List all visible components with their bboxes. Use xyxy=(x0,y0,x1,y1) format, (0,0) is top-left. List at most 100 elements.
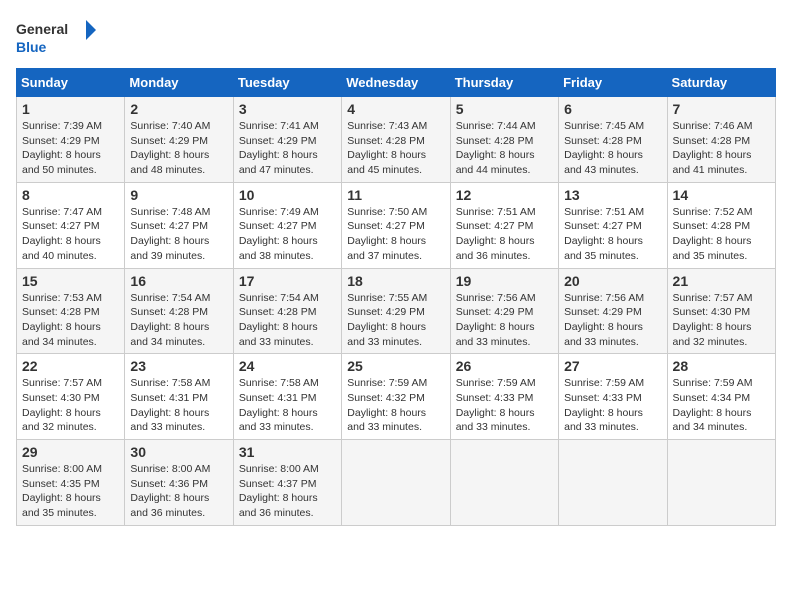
header: General Blue xyxy=(16,16,776,60)
day-number: 31 xyxy=(239,444,336,460)
day-info: Sunrise: 7:56 AMSunset: 4:29 PMDaylight:… xyxy=(564,291,661,350)
day-info: Sunrise: 7:59 AMSunset: 4:34 PMDaylight:… xyxy=(673,376,770,435)
day-info: Sunrise: 7:57 AMSunset: 4:30 PMDaylight:… xyxy=(673,291,770,350)
week-row-5: 29 Sunrise: 8:00 AMSunset: 4:35 PMDayligh… xyxy=(17,440,776,526)
day-info: Sunrise: 7:59 AMSunset: 4:33 PMDaylight:… xyxy=(456,376,553,435)
week-row-2: 8Sunrise: 7:47 AMSunset: 4:27 PMDaylight… xyxy=(17,182,776,268)
day-info: Sunrise: 7:44 AMSunset: 4:28 PMDaylight:… xyxy=(456,119,553,178)
weekday-header-monday: Monday xyxy=(125,69,233,97)
week-row-1: 1 Sunrise: 7:39 AMSunset: 4:29 PMDaylight… xyxy=(17,97,776,183)
calendar-body: 1 Sunrise: 7:39 AMSunset: 4:29 PMDaylight… xyxy=(17,97,776,526)
day-cell: 1 Sunrise: 7:39 AMSunset: 4:29 PMDaylight… xyxy=(17,97,125,183)
day-cell: 20 Sunrise: 7:56 AMSunset: 4:29 PMDayligh… xyxy=(559,268,667,354)
day-info: Sunrise: 7:50 AMSunset: 4:27 PMDaylight:… xyxy=(347,205,444,264)
day-cell: 5 Sunrise: 7:44 AMSunset: 4:28 PMDaylight… xyxy=(450,97,558,183)
day-cell: 18 Sunrise: 7:55 AMSunset: 4:29 PMDayligh… xyxy=(342,268,450,354)
day-number: 4 xyxy=(347,101,444,117)
day-cell: 14Sunrise: 7:52 AMSunset: 4:28 PMDayligh… xyxy=(667,182,775,268)
day-number: 6 xyxy=(564,101,661,117)
day-number: 26 xyxy=(456,358,553,374)
day-number: 23 xyxy=(130,358,227,374)
day-cell: 22 Sunrise: 7:57 AMSunset: 4:30 PMDayligh… xyxy=(17,354,125,440)
day-number: 21 xyxy=(673,273,770,289)
day-cell: 16 Sunrise: 7:54 AMSunset: 4:28 PMDayligh… xyxy=(125,268,233,354)
day-info: Sunrise: 7:40 AMSunset: 4:29 PMDaylight:… xyxy=(130,119,227,178)
day-info: Sunrise: 7:59 AMSunset: 4:33 PMDaylight:… xyxy=(564,376,661,435)
weekday-header-friday: Friday xyxy=(559,69,667,97)
day-number: 9 xyxy=(130,187,227,203)
weekday-header-tuesday: Tuesday xyxy=(233,69,341,97)
day-cell: 9 Sunrise: 7:48 AMSunset: 4:27 PMDaylight… xyxy=(125,182,233,268)
day-cell: 19 Sunrise: 7:56 AMSunset: 4:29 PMDayligh… xyxy=(450,268,558,354)
day-cell: 13Sunrise: 7:51 AMSunset: 4:27 PMDayligh… xyxy=(559,182,667,268)
day-info: Sunrise: 7:58 AMSunset: 4:31 PMDaylight:… xyxy=(130,376,227,435)
day-info: Sunrise: 7:46 AMSunset: 4:28 PMDaylight:… xyxy=(673,119,770,178)
weekday-header-row: SundayMondayTuesdayWednesdayThursdayFrid… xyxy=(17,69,776,97)
day-info: Sunrise: 7:54 AMSunset: 4:28 PMDaylight:… xyxy=(239,291,336,350)
day-cell: 27Sunrise: 7:59 AMSunset: 4:33 PMDayligh… xyxy=(559,354,667,440)
logo: General Blue xyxy=(16,16,96,60)
weekday-header-thursday: Thursday xyxy=(450,69,558,97)
day-info: Sunrise: 7:59 AMSunset: 4:32 PMDaylight:… xyxy=(347,376,444,435)
day-number: 25 xyxy=(347,358,444,374)
day-cell: 12Sunrise: 7:51 AMSunset: 4:27 PMDayligh… xyxy=(450,182,558,268)
day-info: Sunrise: 7:58 AMSunset: 4:31 PMDaylight:… xyxy=(239,376,336,435)
day-info: Sunrise: 7:49 AMSunset: 4:27 PMDaylight:… xyxy=(239,205,336,264)
day-cell xyxy=(667,440,775,526)
day-info: Sunrise: 8:00 AMSunset: 4:35 PMDaylight:… xyxy=(22,462,119,521)
day-number: 15 xyxy=(22,273,119,289)
day-number: 10 xyxy=(239,187,336,203)
day-info: Sunrise: 7:43 AMSunset: 4:28 PMDaylight:… xyxy=(347,119,444,178)
day-cell: 26 Sunrise: 7:59 AMSunset: 4:33 PMDayligh… xyxy=(450,354,558,440)
day-cell: 30 Sunrise: 8:00 AMSunset: 4:36 PMDayligh… xyxy=(125,440,233,526)
day-number: 30 xyxy=(130,444,227,460)
day-info: Sunrise: 7:48 AMSunset: 4:27 PMDaylight:… xyxy=(130,205,227,264)
svg-text:General: General xyxy=(16,21,68,37)
day-cell: 7 Sunrise: 7:46 AMSunset: 4:28 PMDaylight… xyxy=(667,97,775,183)
day-info: Sunrise: 7:56 AMSunset: 4:29 PMDaylight:… xyxy=(456,291,553,350)
day-number: 1 xyxy=(22,101,119,117)
day-cell: 23 Sunrise: 7:58 AMSunset: 4:31 PMDayligh… xyxy=(125,354,233,440)
day-cell: 15 Sunrise: 7:53 AMSunset: 4:28 PMDayligh… xyxy=(17,268,125,354)
logo-svg: General Blue xyxy=(16,16,96,60)
day-number: 18 xyxy=(347,273,444,289)
day-number: 20 xyxy=(564,273,661,289)
day-number: 8 xyxy=(22,187,119,203)
svg-text:Blue: Blue xyxy=(16,39,47,55)
day-info: Sunrise: 7:57 AMSunset: 4:30 PMDaylight:… xyxy=(22,376,119,435)
calendar: SundayMondayTuesdayWednesdayThursdayFrid… xyxy=(16,68,776,526)
weekday-header-wednesday: Wednesday xyxy=(342,69,450,97)
day-number: 7 xyxy=(673,101,770,117)
day-info: Sunrise: 7:39 AMSunset: 4:29 PMDaylight:… xyxy=(22,119,119,178)
day-cell: 2Sunrise: 7:40 AMSunset: 4:29 PMDaylight… xyxy=(125,97,233,183)
day-number: 17 xyxy=(239,273,336,289)
day-number: 28 xyxy=(673,358,770,374)
day-cell: 10 Sunrise: 7:49 AMSunset: 4:27 PMDayligh… xyxy=(233,182,341,268)
week-row-3: 15 Sunrise: 7:53 AMSunset: 4:28 PMDayligh… xyxy=(17,268,776,354)
day-info: Sunrise: 8:00 AMSunset: 4:36 PMDaylight:… xyxy=(130,462,227,521)
day-cell: 28 Sunrise: 7:59 AMSunset: 4:34 PMDayligh… xyxy=(667,354,775,440)
day-info: Sunrise: 7:53 AMSunset: 4:28 PMDaylight:… xyxy=(22,291,119,350)
day-cell: 21 Sunrise: 7:57 AMSunset: 4:30 PMDayligh… xyxy=(667,268,775,354)
day-number: 16 xyxy=(130,273,227,289)
day-number: 12 xyxy=(456,187,553,203)
week-row-4: 22 Sunrise: 7:57 AMSunset: 4:30 PMDayligh… xyxy=(17,354,776,440)
day-info: Sunrise: 7:51 AMSunset: 4:27 PMDaylight:… xyxy=(564,205,661,264)
day-cell: 6 Sunrise: 7:45 AMSunset: 4:28 PMDaylight… xyxy=(559,97,667,183)
day-info: Sunrise: 7:52 AMSunset: 4:28 PMDaylight:… xyxy=(673,205,770,264)
day-cell xyxy=(450,440,558,526)
day-number: 24 xyxy=(239,358,336,374)
day-number: 5 xyxy=(456,101,553,117)
day-info: Sunrise: 7:54 AMSunset: 4:28 PMDaylight:… xyxy=(130,291,227,350)
day-info: Sunrise: 7:41 AMSunset: 4:29 PMDaylight:… xyxy=(239,119,336,178)
day-info: Sunrise: 7:55 AMSunset: 4:29 PMDaylight:… xyxy=(347,291,444,350)
day-number: 22 xyxy=(22,358,119,374)
day-cell: 4 Sunrise: 7:43 AMSunset: 4:28 PMDaylight… xyxy=(342,97,450,183)
day-cell xyxy=(342,440,450,526)
day-number: 19 xyxy=(456,273,553,289)
day-info: Sunrise: 7:45 AMSunset: 4:28 PMDaylight:… xyxy=(564,119,661,178)
day-cell: 3Sunrise: 7:41 AMSunset: 4:29 PMDaylight… xyxy=(233,97,341,183)
day-cell: 24 Sunrise: 7:58 AMSunset: 4:31 PMDayligh… xyxy=(233,354,341,440)
day-number: 29 xyxy=(22,444,119,460)
day-cell: 11Sunrise: 7:50 AMSunset: 4:27 PMDayligh… xyxy=(342,182,450,268)
